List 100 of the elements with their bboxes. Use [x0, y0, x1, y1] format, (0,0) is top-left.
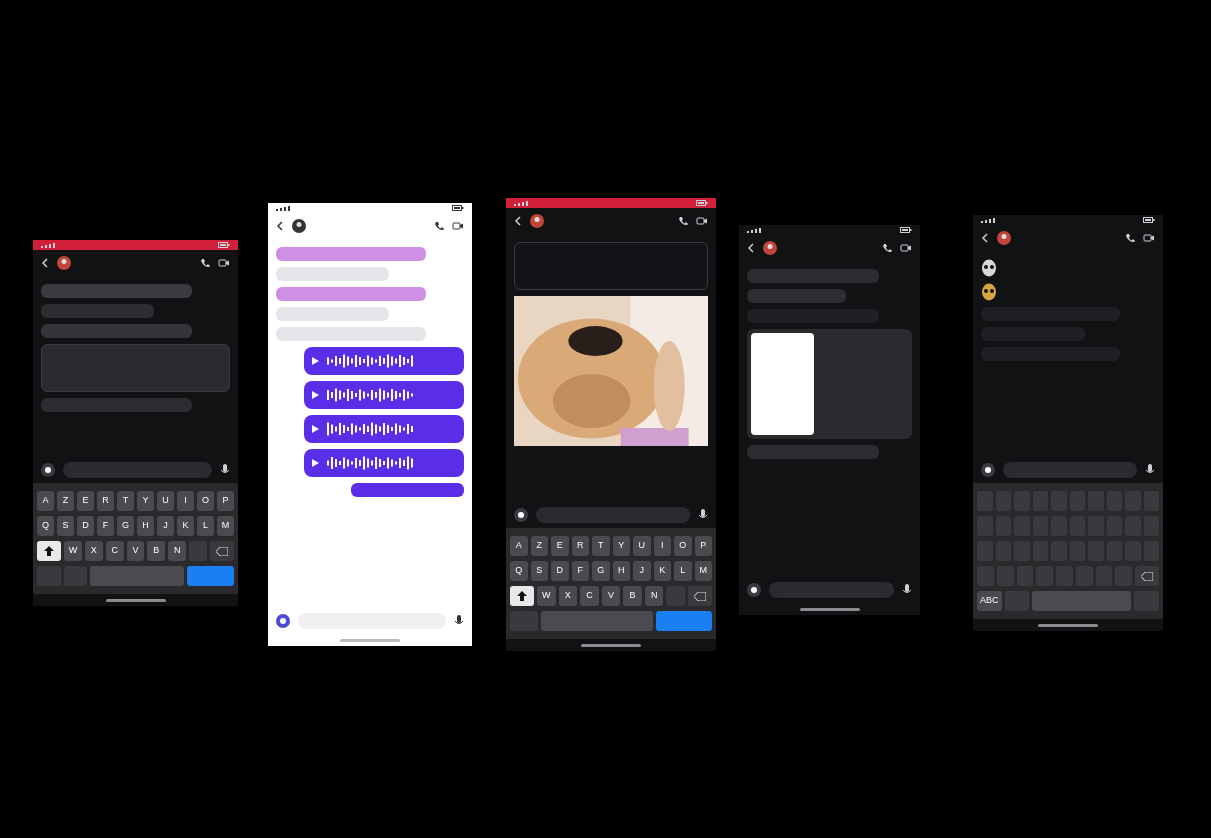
- keyboard-key[interactable]: Y: [137, 491, 154, 511]
- keyboard-key[interactable]: A: [37, 491, 54, 511]
- keyboard-key[interactable]: B: [147, 541, 166, 561]
- space-key[interactable]: [90, 566, 184, 586]
- play-icon[interactable]: [312, 357, 320, 365]
- video-icon[interactable]: [900, 243, 912, 253]
- microphone-icon[interactable]: [454, 615, 464, 627]
- keyboard-key[interactable]: W: [64, 541, 82, 561]
- message-field[interactable]: [769, 582, 894, 598]
- keyboard-key[interactable]: Q: [510, 561, 528, 581]
- phone-icon[interactable]: [678, 216, 688, 226]
- keyboard-key[interactable]: V: [601, 586, 621, 606]
- keyboard-key[interactable]: C: [580, 586, 599, 606]
- microphone-icon[interactable]: [902, 584, 912, 596]
- keyboard-key[interactable]: S: [530, 561, 548, 581]
- keyboard-key[interactable]: K: [653, 561, 671, 581]
- voice-message[interactable]: [304, 415, 464, 443]
- keyboard-key[interactable]: L: [674, 561, 692, 581]
- backspace-key[interactable]: [1135, 566, 1159, 586]
- keyboard-key[interactable]: X: [558, 586, 578, 606]
- keyboard-key[interactable]: Z: [57, 491, 74, 511]
- voice-message[interactable]: [304, 449, 464, 477]
- keyboard-key[interactable]: V: [126, 541, 145, 561]
- keyboard-key[interactable]: D: [77, 516, 94, 536]
- camera-icon[interactable]: [747, 583, 761, 597]
- keyboard-key[interactable]: E: [77, 491, 94, 511]
- message-field[interactable]: [1003, 462, 1137, 478]
- phone-icon[interactable]: [882, 243, 892, 253]
- video-icon[interactable]: [1143, 233, 1155, 243]
- keyboard-key[interactable]: S: [57, 516, 74, 536]
- back-icon[interactable]: [276, 221, 284, 231]
- home-indicator[interactable]: [105, 598, 166, 602]
- home-indicator[interactable]: [799, 607, 860, 611]
- voice-message[interactable]: [304, 347, 464, 375]
- phone-icon[interactable]: [1125, 233, 1135, 243]
- voice-message[interactable]: [304, 381, 464, 409]
- keyboard-key[interactable]: W: [537, 586, 556, 606]
- keyboard-key[interactable]: F: [97, 516, 114, 536]
- keyboard-key[interactable]: I: [177, 491, 194, 511]
- camera-icon[interactable]: [514, 508, 528, 522]
- send-key[interactable]: [656, 611, 712, 631]
- keyboard-key[interactable]: F: [571, 561, 589, 581]
- backspace-key[interactable]: [688, 586, 713, 606]
- home-indicator[interactable]: [581, 643, 641, 647]
- message-field[interactable]: [536, 507, 690, 523]
- keyboard-key[interactable]: G: [117, 516, 134, 536]
- send-key[interactable]: [187, 566, 234, 586]
- keyboard-key[interactable]: O: [674, 536, 692, 556]
- keyboard-key[interactable]: Q: [37, 516, 54, 536]
- video-icon[interactable]: [218, 258, 230, 268]
- keyboard-key[interactable]: Z: [530, 536, 548, 556]
- keyboard-key[interactable]: L: [197, 516, 214, 536]
- space-key[interactable]: [541, 611, 653, 631]
- keyboard-key[interactable]: H: [612, 561, 630, 581]
- phone-icon[interactable]: [200, 258, 210, 268]
- phone-icon[interactable]: [434, 221, 444, 231]
- keyboard-key[interactable]: G: [592, 561, 610, 581]
- keyboard-key[interactable]: A: [510, 536, 528, 556]
- keyboard-key[interactable]: M: [694, 561, 712, 581]
- keyboard-key[interactable]: J: [633, 561, 651, 581]
- play-icon[interactable]: [312, 459, 320, 467]
- keyboard-key[interactable]: C: [105, 541, 124, 561]
- play-icon[interactable]: [312, 425, 320, 433]
- keyboard-key[interactable]: X: [84, 541, 103, 561]
- keyboard-key[interactable]: R: [571, 536, 589, 556]
- backspace-key[interactable]: [210, 541, 234, 561]
- keyboard-key[interactable]: ABC: [977, 591, 1002, 611]
- keyboard-key[interactable]: N: [644, 586, 664, 606]
- keyboard-key[interactable]: H: [137, 516, 154, 536]
- message-field[interactable]: [63, 462, 212, 478]
- microphone-icon[interactable]: [698, 509, 708, 521]
- keyboard-key[interactable]: R: [97, 491, 114, 511]
- keyboard-key[interactable]: T: [117, 491, 134, 511]
- keyboard-key[interactable]: N: [168, 541, 187, 561]
- keyboard-key[interactable]: B: [623, 586, 642, 606]
- keyboard-key[interactable]: I: [653, 536, 671, 556]
- video-icon[interactable]: [452, 221, 464, 231]
- keyboard-key[interactable]: J: [157, 516, 174, 536]
- camera-icon[interactable]: [276, 614, 290, 628]
- keyboard-key[interactable]: P: [694, 536, 712, 556]
- microphone-icon[interactable]: [220, 464, 230, 476]
- keyboard-key[interactable]: M: [217, 516, 234, 536]
- home-indicator[interactable]: [1038, 623, 1098, 627]
- keyboard-key[interactable]: T: [592, 536, 610, 556]
- keyboard-key[interactable]: P: [217, 491, 234, 511]
- keyboard-key[interactable]: D: [551, 561, 569, 581]
- play-icon[interactable]: [312, 391, 320, 399]
- keyboard-key[interactable]: E: [551, 536, 569, 556]
- shift-key[interactable]: [510, 586, 534, 606]
- keyboard-key[interactable]: O: [197, 491, 214, 511]
- keyboard-key[interactable]: Y: [612, 536, 630, 556]
- camera-icon[interactable]: [981, 463, 995, 477]
- video-icon[interactable]: [696, 216, 708, 226]
- microphone-icon[interactable]: [1145, 464, 1155, 476]
- keyboard-key[interactable]: U: [633, 536, 651, 556]
- keyboard-key[interactable]: U: [157, 491, 174, 511]
- keyboard-key[interactable]: K: [177, 516, 194, 536]
- space-key[interactable]: [1032, 591, 1132, 611]
- shift-key[interactable]: [37, 541, 61, 561]
- camera-icon[interactable]: [41, 463, 55, 477]
